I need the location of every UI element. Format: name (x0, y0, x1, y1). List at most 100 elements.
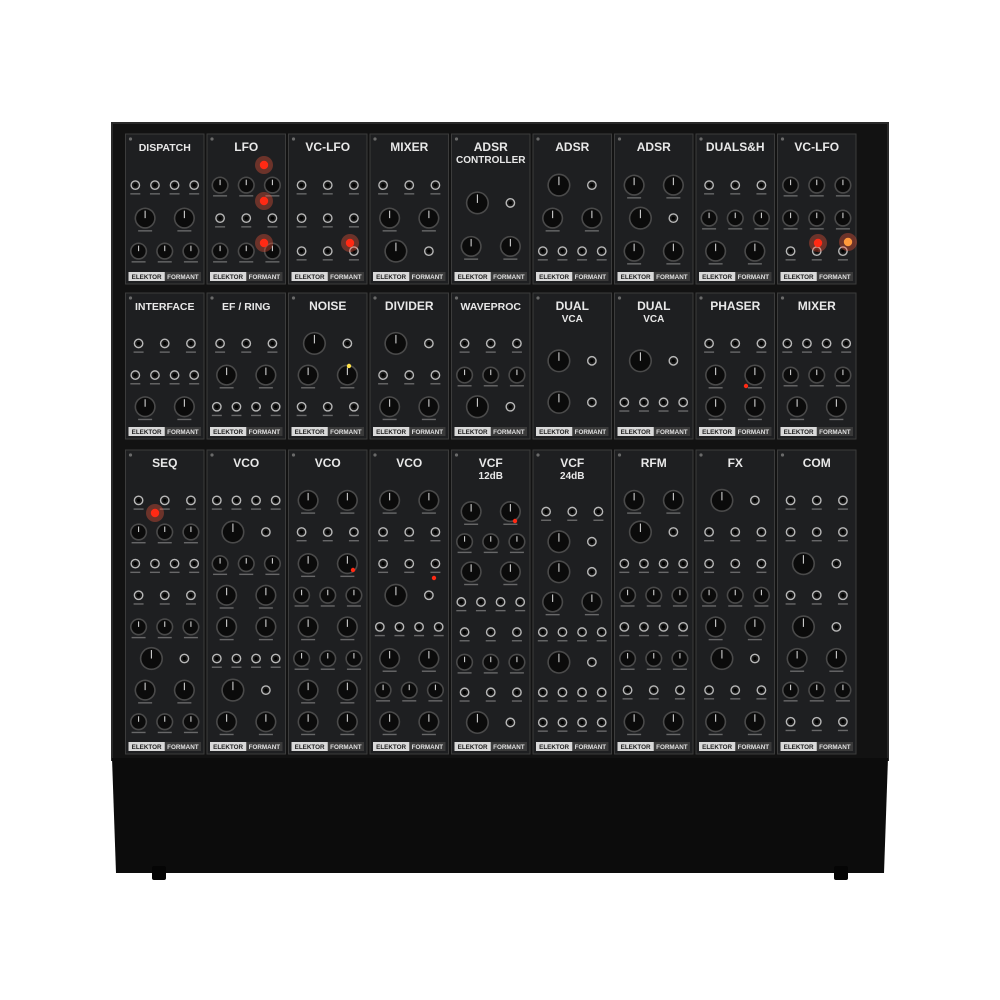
panel-face (777, 133, 857, 285)
panel-face (288, 133, 368, 285)
led-lit (259, 196, 269, 206)
module-title: RFM (641, 456, 667, 470)
cabinet-base (112, 758, 888, 880)
brand-label-elektor: ELEKTOR (376, 429, 406, 436)
brand-label-elektor: ELEKTOR (784, 744, 814, 751)
brand-label-formant: FORMANT (738, 274, 770, 281)
brand-label-elektor: ELEKTOR (539, 429, 569, 436)
module-panel: WAVEPROC ELEKTOR FORMANT (451, 292, 531, 440)
brand-label-formant: FORMANT (330, 744, 362, 751)
module-panel: LFO ELEKTOR FORMANT (206, 133, 286, 285)
led-lit (259, 238, 269, 248)
brand-label-elektor: ELEKTOR (784, 429, 814, 436)
module-title: DIVIDER (385, 299, 434, 313)
panel-face (369, 133, 449, 285)
screw (454, 453, 459, 457)
brand-label-elektor: ELEKTOR (213, 429, 243, 436)
module-title: VC-LFO (794, 140, 839, 154)
module-title: DUAL (556, 299, 589, 313)
brand-label-formant: FORMANT (330, 274, 362, 281)
led-small (431, 575, 437, 581)
module-panel: DUALVCA ELEKTOR FORMANT (614, 292, 694, 440)
module-title: WAVEPROC (461, 301, 522, 313)
screw (210, 296, 214, 300)
brand-label-formant: FORMANT (819, 429, 851, 436)
module-panel: FX ELEKTOR FORMANT (695, 449, 775, 755)
brand-label-elektor: ELEKTOR (132, 274, 162, 281)
screw (617, 137, 622, 141)
screw (617, 296, 622, 300)
brand-label-elektor: ELEKTOR (539, 274, 569, 281)
screw (780, 453, 785, 457)
module-panel: VCO ELEKTOR FORMANT (369, 449, 449, 755)
brand-label-formant: FORMANT (575, 744, 607, 751)
led-yellow (346, 363, 352, 369)
foot-right (834, 866, 848, 880)
led-small (350, 567, 356, 573)
brand-label-formant: FORMANT (412, 429, 444, 436)
brand-label-formant: FORMANT (493, 744, 525, 751)
brand-label-formant: FORMANT (493, 274, 525, 281)
module-panel: DUALVCA ELEKTOR FORMANT (532, 292, 612, 440)
brand-label-formant: FORMANT (575, 429, 607, 436)
brand-label-elektor: ELEKTOR (702, 429, 732, 436)
module-title: VC-LFO (305, 140, 350, 154)
module-title: PHASER (710, 299, 760, 313)
led-small (512, 518, 518, 524)
panel-face (777, 292, 857, 440)
brand-label-elektor: ELEKTOR (784, 274, 814, 281)
module-title: MIXER (390, 140, 428, 154)
module-panel: DISPATCH ELEKTOR FORMANT (125, 133, 205, 285)
brand-label-elektor: ELEKTOR (621, 274, 651, 281)
brand-label-elektor: ELEKTOR (458, 429, 488, 436)
brand-label-formant: FORMANT (167, 274, 199, 281)
brand-label-elektor: ELEKTOR (458, 274, 488, 281)
module-title: CONTROLLER (456, 155, 526, 166)
panel-face (532, 133, 612, 285)
module-row-3: SEQ ELEKTOR FORMANT VCO ELEKTOR FORMANT VCO ELE… (125, 449, 857, 755)
screw (536, 137, 540, 141)
screw (454, 296, 459, 300)
brand-label-elektor: ELEKTOR (376, 744, 406, 751)
screw (128, 296, 133, 300)
module-title: DISPATCH (139, 142, 191, 154)
screw (373, 296, 377, 300)
screw (780, 137, 785, 141)
brand-label-formant: FORMANT (249, 429, 281, 436)
module-title: VCF (479, 456, 503, 470)
brand-label-formant: FORMANT (738, 429, 770, 436)
screw (291, 453, 296, 457)
modular-synthesizer: DISPATCH ELEKTOR FORMANT LFO ELEKTOR FORMANT V… (111, 122, 889, 880)
module-panel: DUALS&H ELEKTOR FORMANT (695, 133, 775, 285)
brand-label-formant: FORMANT (249, 744, 281, 751)
brand-label-formant: FORMANT (412, 744, 444, 751)
brand-label-elektor: ELEKTOR (295, 429, 325, 436)
module-panel: DIVIDER ELEKTOR FORMANT (369, 292, 449, 440)
screw (617, 453, 622, 457)
module-title: INTERFACE (135, 301, 195, 313)
module-panel: MIXER ELEKTOR FORMANT (369, 133, 449, 285)
cabinet-stand (112, 758, 888, 873)
module-title: LFO (234, 140, 258, 154)
foot-left (152, 866, 166, 880)
screw (373, 137, 377, 141)
brand-label-formant: FORMANT (167, 429, 199, 436)
panel-face (695, 292, 775, 440)
module-title: VCA (562, 314, 583, 325)
brand-label-formant: FORMANT (167, 744, 199, 751)
brand-label-elektor: ELEKTOR (621, 744, 651, 751)
brand-label-elektor: ELEKTOR (213, 274, 243, 281)
brand-label-elektor: ELEKTOR (539, 744, 569, 751)
brand-label-elektor: ELEKTOR (213, 744, 243, 751)
module-panel: VC-LFO ELEKTOR FORMANT (777, 133, 857, 285)
module-title: VCO (233, 456, 259, 470)
module-title: SEQ (152, 456, 177, 470)
module-title: COM (803, 456, 831, 470)
screw (699, 137, 703, 141)
brand-label-elektor: ELEKTOR (132, 429, 162, 436)
brand-label-formant: FORMANT (656, 429, 688, 436)
module-title: DUALS&H (706, 140, 765, 154)
screw (699, 453, 703, 457)
led-lit (150, 508, 160, 518)
brand-label-elektor: ELEKTOR (295, 744, 325, 751)
